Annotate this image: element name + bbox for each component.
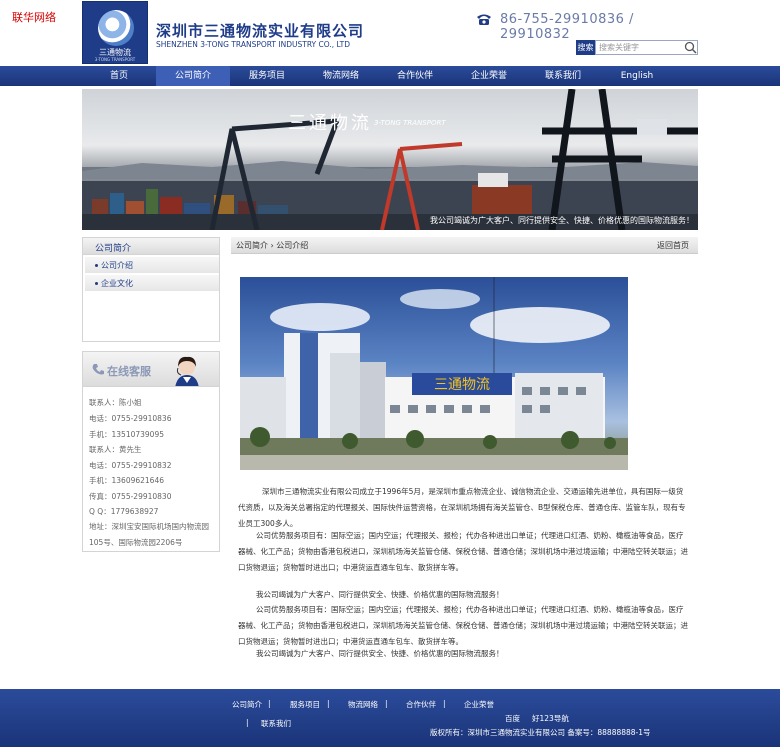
contact-address-2: 105号、国际物流园2206号 [89, 538, 183, 547]
banner-subtitle: 3-TONG TRANSPORT [374, 119, 446, 127]
footer-separator: | [443, 699, 446, 708]
contact-mobile-1: 手机：13510739095 [89, 430, 164, 439]
contact-mobile-2: 手机：13609621646 [89, 476, 164, 485]
company-name-en: SHENZHEN 3-TONG TRANSPORT INDUSTRY CO., … [156, 40, 351, 49]
footer-separator: | [246, 718, 249, 727]
contact-address: 地址：深圳宝安国际机场国内物流园 [89, 522, 209, 531]
port-scene-graphic [82, 89, 698, 230]
intro-paragraph-3: 我公司竭诚为广大客户、同行提供安全、快捷、价格优惠的国际物流服务！ [256, 590, 504, 599]
company-building-photo: 三通物流 [240, 277, 628, 470]
footer-link-partners[interactable]: 合作伙伴 [406, 699, 436, 710]
bullet-icon [95, 264, 98, 267]
company-name-cn: 深圳市三通物流实业有限公司 [156, 22, 365, 40]
customer-service-title: 在线客服 [107, 365, 151, 378]
sidebar-item-culture[interactable]: 企业文化 [85, 275, 219, 292]
sidebar-title: 公司简介 [95, 244, 132, 254]
nav-item-partners[interactable]: 合作伙伴 [378, 66, 452, 86]
nav-item-english[interactable]: English [600, 66, 674, 86]
main-nav: 首页 公司简介 服务项目 物流网络 合作伙伴 企业荣誉 联系我们 English [0, 66, 780, 86]
logo-caption-en: 3-TONG TRANSPORT [94, 57, 136, 62]
intro-paragraph-5: 我公司竭诚为广大客户、同行提供安全、快捷、价格优惠的国际物流服务！ [256, 649, 504, 658]
footer-link-about[interactable]: 公司简介 [232, 699, 262, 710]
building-graphic: 三通物流 [240, 277, 628, 470]
sidebar-menu: 公司介绍 企业文化 [82, 255, 220, 342]
sidebar-item-label: 企业文化 [101, 279, 133, 288]
search-input[interactable] [595, 40, 698, 55]
intro-paragraph-1: 深圳市三通物流实业有限公司成立于1996年5月，是深圳市重点物流企业、诚信物流企… [238, 487, 686, 528]
customer-service-header: 在线客服 [82, 351, 220, 387]
sidebar-item-company-intro[interactable]: 公司介绍 [85, 257, 219, 274]
intro-paragraph-4: 公司优势服务项目有：国际空运；国内空运；代理报关、报检；代办各种进出口单证；代理… [238, 605, 688, 646]
nav-item-contact[interactable]: 联系我们 [526, 66, 600, 86]
footer-link-baidu[interactable]: 百度 [505, 713, 520, 724]
footer-copyright: 版权所有：深圳市三通物流实业有限公司 备案号：88888888-1号 [430, 728, 651, 737]
footer-separator: | [268, 699, 271, 708]
sidebar-item-label: 公司介绍 [101, 261, 133, 270]
corner-brand-text: 联华网络 [12, 11, 56, 24]
agent-avatar [175, 356, 199, 386]
footer-link-services[interactable]: 服务项目 [290, 699, 320, 710]
contact-person-1: 联系人：陈小姐 [89, 398, 142, 407]
footer-link-123[interactable]: 好123导航 [532, 713, 569, 724]
photo-sign-text: 三通物流 [434, 377, 490, 393]
breadcrumb-path: 公司简介 › 公司介绍 [236, 241, 309, 250]
nav-item-services[interactable]: 服务项目 [230, 66, 304, 86]
footer-separator: | [385, 699, 388, 708]
nav-item-network[interactable]: 物流网络 [304, 66, 378, 86]
footer-separator: | [327, 699, 330, 708]
logo-emblem-icon [98, 10, 134, 46]
site-header: 三通物流 3-TONG TRANSPORT 深圳市三通物流实业有限公司 SHEN… [82, 0, 698, 66]
contact-qq: Q Q：1779638927 [89, 507, 159, 516]
intro-paragraph-2: 公司优势服务项目有：国际空运；国内空运；代理报关、报检；代办各种进出口单证；代理… [238, 531, 688, 572]
customer-service-panel: 联系人：陈小姐 电话：0755-29910836 手机：13510739095 … [82, 387, 220, 552]
site-footer: 公司简介 | 服务项目 | 物流网络 | 合作伙伴 | 企业荣誉 百度 好123… [0, 689, 780, 747]
back-home-link[interactable]: 返回首页 [657, 240, 689, 251]
footer-link-network[interactable]: 物流网络 [348, 699, 378, 710]
contact-fax: 传真：0755-29910830 [89, 492, 172, 501]
breadcrumb: 公司简介 › 公司介绍 返回首页 [231, 237, 698, 254]
phone-icon [477, 14, 491, 25]
contact-person-2: 联系人：黄先生 [89, 445, 142, 454]
handset-icon [92, 364, 104, 375]
company-logo[interactable]: 三通物流 3-TONG TRANSPORT [82, 1, 148, 64]
contact-tel-2: 电话：0755-29910832 [89, 461, 172, 470]
footer-link-contact[interactable]: 联系我们 [261, 718, 291, 729]
phone-numbers: 86-755-29910836 / 29910832 [500, 12, 634, 42]
sidebar-header: 公司简介 [82, 237, 220, 255]
nav-item-honors[interactable]: 企业荣誉 [452, 66, 526, 86]
banner-title: 三通物流 [288, 113, 372, 134]
bullet-icon [95, 282, 98, 285]
footer-link-honors[interactable]: 企业荣誉 [464, 699, 494, 710]
nav-item-home[interactable]: 首页 [82, 66, 156, 86]
nav-item-about[interactable]: 公司简介 [156, 66, 230, 86]
contact-tel-1: 电话：0755-29910836 [89, 414, 172, 423]
banner-image: 三通物流 3-TONG TRANSPORT 我公司竭诚为广大客户、同行提供安全、… [82, 89, 698, 230]
search-icon[interactable] [684, 41, 697, 54]
search-label: 搜索 [576, 40, 595, 55]
banner-slogan: 我公司竭诚为广大客户、同行提供安全、快捷、价格优惠的国际物流服务！ [430, 216, 694, 225]
